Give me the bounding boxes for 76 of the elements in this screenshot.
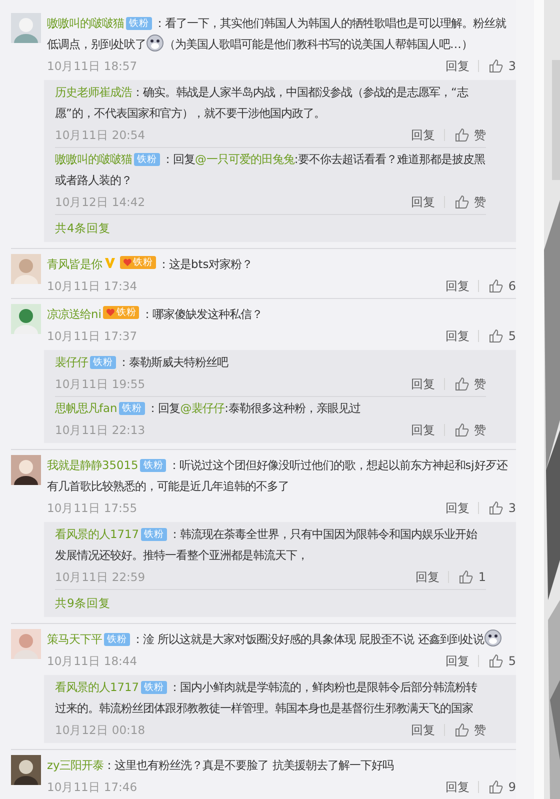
heart-icon [106, 308, 116, 317]
like-button[interactable]: 赞 [454, 126, 486, 144]
reply-link[interactable]: 回复 [411, 722, 435, 738]
thumbs-up-icon [488, 278, 504, 294]
comment-time: 10月11日 17:55 [47, 500, 138, 516]
fan-badge: 铁粉 [141, 681, 167, 694]
avatar[interactable] [11, 755, 41, 785]
comment-text: 策马天下平 铁粉 ：淦 所以这就是大家对饭圈没好感的具象体现 屁股歪不说 还鑫到到处说 [47, 629, 516, 650]
reply-link[interactable]: 回复 [411, 194, 435, 210]
comment-time: 10月11日 20:54 [55, 128, 146, 142]
comment-time: 10月11日 22:59 [55, 570, 146, 584]
thumbs-up-icon [488, 328, 504, 344]
reply-link[interactable]: 回复 [445, 278, 470, 294]
like-button[interactable]: 9 [488, 779, 516, 795]
comment-text: 思帆思凡fan 铁粉 ：回复@裴仔仔:泰勒很多这种粉，亲眼见过 [55, 400, 362, 417]
thumbs-up-icon [454, 127, 470, 143]
thumbs-up-icon [488, 779, 504, 795]
reply-link[interactable]: 回复 [445, 328, 470, 344]
comment-time: 10月11日 18:44 [47, 654, 138, 668]
like-button[interactable]: 赞 [454, 376, 486, 392]
fan-badge: 铁粉 [134, 153, 160, 166]
comment-text: 嗷嗷叫的啵啵猫 铁粉 ：回复@一只可爱的田兔兔:要不你去超话看看？难道那都是披皮黑或者路人装的？ [55, 151, 486, 189]
thumbs-up-icon [454, 422, 470, 438]
comment-time: 10月11日 17:37 [47, 328, 138, 344]
thumbs-up-icon [454, 376, 470, 392]
like-button[interactable]: 1 [458, 569, 486, 585]
reply-link[interactable]: 回复 [411, 422, 435, 438]
reply-link[interactable]: 回复 [445, 58, 470, 74]
reply-link[interactable]: 回复 [411, 126, 435, 144]
reply-link[interactable]: 回复 [445, 652, 470, 670]
fan-badge: 铁粉 [119, 402, 146, 415]
avatar[interactable] [11, 455, 41, 485]
comment-text: 看风景的人1717 铁粉 ：韩流现在荼毒全世界，只有中国因为限韩令和国内娱乐业开始发展情况还较好。推特一看整个亚洲都是韩流天下， [55, 526, 478, 564]
comment-text: 青风皆是你 铁粉 ：这是bts对家粉？ [47, 255, 254, 273]
reply-link[interactable]: 回复 [445, 500, 470, 516]
fan-badge: 铁粉 [141, 528, 167, 541]
like-button[interactable]: 赞 [454, 422, 486, 438]
comment-time: 10月12日 00:18 [55, 722, 146, 738]
comment-time: 10月11日 22:13 [55, 422, 146, 438]
fan-badge: 铁粉 [120, 256, 156, 269]
like-button[interactable]: 5 [488, 653, 516, 669]
emoji-icon [484, 629, 502, 647]
fan-badge: 铁粉 [103, 306, 140, 319]
heart-icon [123, 258, 132, 267]
comment-time: 10月11日 17:46 [47, 780, 138, 794]
thumbs-up-icon [454, 194, 470, 210]
fan-badge: 铁粉 [90, 356, 116, 369]
thumbs-up-icon [488, 653, 504, 669]
comment-text: 看风景的人1717 铁粉 ：国内小鲜肉就是学韩流的，鲜肉粉也是限韩令后部分韩流粉转过来的。韩流粉丝团体跟邪教教徒一样管理。韩国本身也是基督衍生邪教满天飞的国家 [55, 679, 478, 717]
comment-time: 10月11日 19:55 [55, 376, 146, 392]
fan-badge: 铁粉 [140, 459, 166, 472]
comment-text: 嗷嗷叫的啵啵猫 铁粉 ：看了一下，其实他们韩国人为韩国人的牺牲歌唱也是可以理解。粉丝就低调点，别到处吠了 （为美国人歌唱可能是他们教科书写的说美国人帮韩国人吧…） [47, 15, 508, 54]
like-button[interactable]: 3 [488, 58, 516, 74]
emoji-icon [146, 34, 164, 52]
comment-time: 10月11日 17:34 [47, 278, 138, 294]
comment-text: 我就是静静35015 铁粉 ：听说过这个团但好像没听过他们的歌，想起以前东方神起和sj好歹还有几首歌比较熟悉的，可能是近几年追韩的不多了 [47, 457, 509, 495]
reply-link[interactable]: 回复 [445, 778, 470, 796]
comment-text: zy三阳开泰：这里也有粉丝洗？真是不要脸了 抗美援朝去了解一下好吗 [47, 757, 394, 774]
thumbs-up-icon [458, 569, 474, 585]
reply-link[interactable]: 回复 [415, 568, 440, 586]
thumbs-up-icon [488, 500, 504, 516]
like-button[interactable]: 5 [488, 328, 516, 344]
reply-link[interactable]: 回复 [411, 376, 435, 392]
comment-text: 历史老师崔成浩：确实。韩战是人家半岛内战，中国都没参战（参战的是志愿军，“志愿”的，不代表国家和官方），就不要干涉他国内政了。 [55, 84, 470, 122]
comment-text: 凉凉送给ni 铁粉 ：哪家傻缺发这种私信？ [47, 305, 264, 323]
comment-time: 10月11日 18:57 [47, 58, 138, 74]
like-button[interactable]: 6 [488, 278, 516, 294]
fan-badge: 铁粉 [104, 633, 130, 646]
fan-badge: 铁粉 [126, 17, 152, 30]
like-button[interactable]: 赞 [454, 722, 486, 738]
comment-time: 10月12日 14:42 [55, 194, 146, 210]
like-button[interactable]: 赞 [454, 194, 486, 210]
thumbs-up-icon [454, 722, 470, 738]
thumbs-up-icon [488, 58, 504, 74]
like-button[interactable]: 3 [488, 500, 516, 516]
comment-text: 裴仔仔 铁粉 ：泰勒斯威夫特粉丝吧 [55, 354, 230, 371]
